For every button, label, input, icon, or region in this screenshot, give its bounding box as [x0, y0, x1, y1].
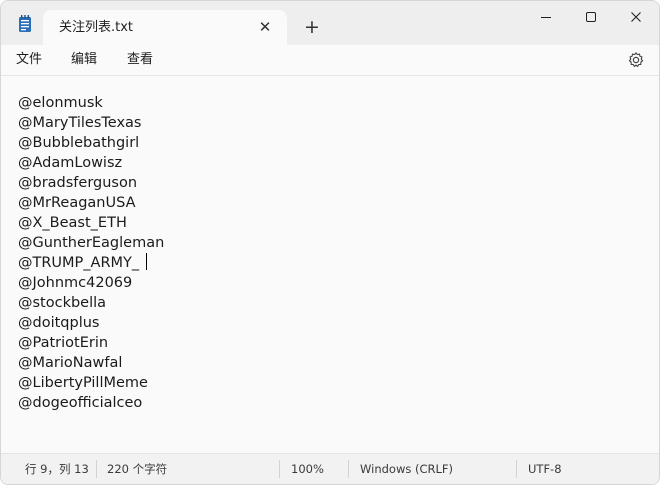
text-line[interactable]: @GuntherEagleman [18, 233, 164, 253]
minimize-button[interactable] [523, 1, 569, 33]
editor-lines[interactable]: @elonmusk @MaryTilesTexas @Bubblebathgirl @… [18, 93, 164, 413]
text-line[interactable]: @stockbella [18, 293, 164, 313]
text-line[interactable]: @MrReaganUSA [18, 193, 164, 213]
menu-view[interactable]: 查看 [127, 52, 153, 68]
text-line[interactable]: @Bubblebathgirl [18, 133, 164, 153]
status-bar: 行 9，列 13 220 个字符 100% Windows (CRLF) UTF… [1, 453, 659, 484]
menu-edit[interactable]: 编辑 [71, 52, 97, 68]
menu-file[interactable]: 文件 [16, 52, 42, 68]
text-line[interactable]: @X_Beast_ETH [18, 213, 164, 233]
tab-title: 关注列表.txt [59, 20, 134, 35]
menu-bar: 文件 编辑 查看 [1, 45, 659, 75]
status-divider [348, 460, 349, 478]
text-line[interactable]: @MarioNawfal [18, 353, 164, 373]
status-line-ending[interactable]: Windows (CRLF) [360, 462, 453, 477]
maximize-icon [586, 11, 596, 22]
status-divider [279, 460, 280, 478]
maximize-button[interactable] [568, 1, 614, 33]
status-divider [96, 460, 97, 478]
notepad-window: 关注列表.txt ✕ + 文件 编辑 查看 @elonmusk @MaryTile… [0, 0, 660, 485]
text-editor[interactable]: @elonmusk @MaryTilesTexas @Bubblebathgirl @… [1, 75, 659, 454]
text-line[interactable]: @Johnmc42069 [18, 273, 164, 293]
status-char-count: 220 个字符 [107, 462, 168, 476]
text-line[interactable]: @AdamLowisz [18, 153, 164, 173]
text-line[interactable]: @TRUMP_ARMY_ [18, 253, 164, 273]
tab-active-file[interactable]: 关注列表.txt ✕ [43, 10, 287, 45]
tab-close-icon[interactable]: ✕ [254, 16, 276, 38]
close-window-button[interactable] [613, 1, 659, 33]
text-line[interactable]: @doitqplus [18, 313, 164, 333]
close-icon [631, 11, 641, 22]
text-line[interactable]: @bradsferguson [18, 173, 164, 193]
gear-icon[interactable] [627, 51, 645, 69]
notepad-icon [19, 15, 31, 32]
text-line[interactable]: @dogeofficialceo [18, 393, 164, 413]
text-line[interactable]: @MaryTilesTexas [18, 113, 164, 133]
minimize-icon [541, 16, 551, 18]
title-bar[interactable]: 关注列表.txt ✕ + [1, 1, 659, 45]
new-tab-button[interactable]: + [300, 15, 324, 39]
text-caret [146, 253, 148, 270]
status-cursor-position[interactable]: 行 9，列 13 [25, 462, 89, 477]
text-line[interactable]: @PatriotErin [18, 333, 164, 353]
status-zoom[interactable]: 100% [291, 462, 324, 477]
status-encoding[interactable]: UTF-8 [528, 462, 562, 477]
status-divider [516, 460, 517, 478]
text-line[interactable]: @LibertyPillMeme [18, 373, 164, 393]
text-line[interactable]: @elonmusk [18, 93, 164, 113]
